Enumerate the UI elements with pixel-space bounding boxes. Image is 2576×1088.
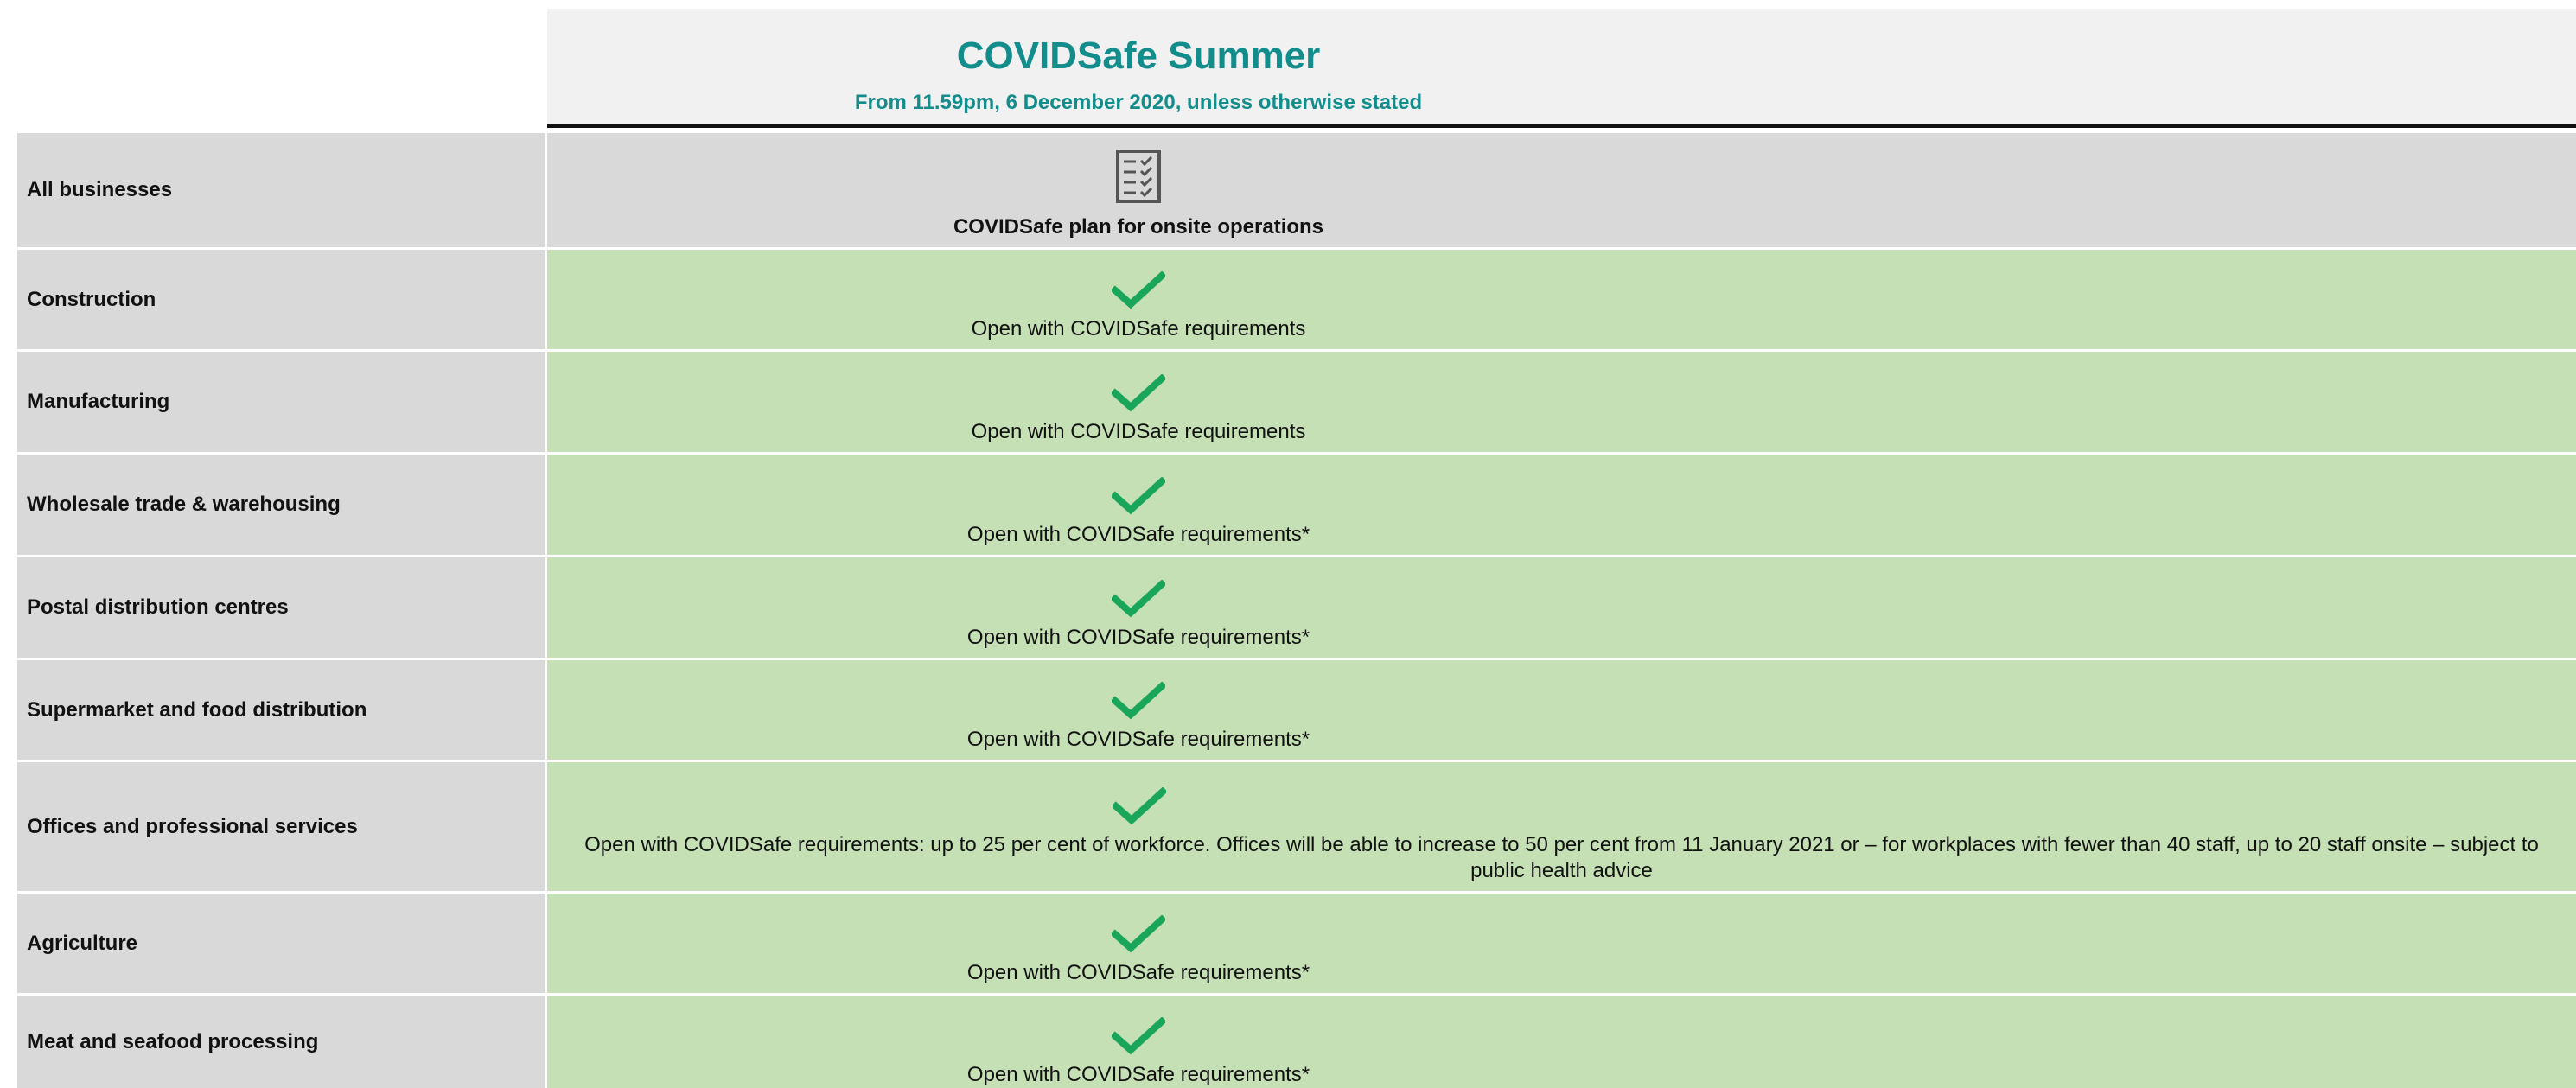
row-status-cell: Open with COVIDSafe requirements* bbox=[547, 557, 2576, 658]
table-row: Offices and professional services Open w… bbox=[17, 762, 2576, 891]
row-status-cell: Open with COVIDSafe requirements* bbox=[547, 996, 2576, 1088]
row-status-cell: Open with COVIDSafe requirements* bbox=[547, 455, 2576, 555]
table-row: Agriculture Open with COVIDSafe requirem… bbox=[17, 894, 2576, 993]
table-row: All businesses COVIDSafe plan for onsite… bbox=[17, 133, 2576, 247]
table-header: COVIDSafe Summer From 11.59pm, 6 Decembe… bbox=[547, 9, 2576, 128]
page-title: COVIDSafe Summer bbox=[956, 35, 1321, 77]
row-label: Wholesale trade & warehousing bbox=[17, 455, 545, 555]
check-icon bbox=[1112, 374, 1165, 412]
row-status-cell: Open with COVIDSafe requirements* bbox=[547, 660, 2576, 760]
row-label: Postal distribution centres bbox=[17, 557, 545, 658]
row-label: Manufacturing bbox=[17, 352, 545, 452]
check-icon bbox=[1112, 477, 1165, 515]
page-subtitle: From 11.59pm, 6 December 2020, unless ot… bbox=[854, 91, 1423, 114]
row-label: Meat and seafood processing bbox=[17, 996, 545, 1088]
row-status-cell: Open with COVIDSafe requirements* bbox=[547, 894, 2576, 993]
row-status-cell: Open with COVIDSafe requirements: up to … bbox=[547, 762, 2576, 891]
table-row: Manufacturing Open with COVIDSafe requir… bbox=[17, 352, 2576, 452]
row-status: Open with COVIDSafe requirements* bbox=[966, 523, 1310, 546]
check-icon bbox=[1112, 1017, 1165, 1055]
check-icon bbox=[1112, 787, 1166, 825]
table-row: Wholesale trade & warehousing Open with … bbox=[17, 455, 2576, 555]
row-status: Open with COVIDSafe requirements* bbox=[966, 626, 1310, 649]
check-icon bbox=[1112, 682, 1165, 720]
row-status: Open with COVIDSafe requirements* bbox=[966, 728, 1310, 751]
row-status-cell: Open with COVIDSafe requirements bbox=[547, 352, 2576, 452]
row-label: Supermarket and food distribution bbox=[17, 660, 545, 760]
table-row: Meat and seafood processing Open with CO… bbox=[17, 996, 2576, 1088]
row-status: Open with COVIDSafe requirements bbox=[971, 420, 1306, 443]
check-icon bbox=[1112, 271, 1165, 309]
row-label: Construction bbox=[17, 250, 545, 349]
row-status-cell: COVIDSafe plan for onsite operations bbox=[547, 133, 2576, 247]
row-status: Open with COVIDSafe requirements* bbox=[966, 961, 1310, 984]
row-label: Agriculture bbox=[17, 894, 545, 993]
table-row: Construction Open with COVIDSafe require… bbox=[17, 250, 2576, 349]
row-label: Offices and professional services bbox=[17, 762, 545, 891]
row-status: COVIDSafe plan for onsite operations bbox=[953, 215, 1324, 239]
checklist-icon bbox=[1116, 150, 1161, 203]
check-icon bbox=[1112, 915, 1165, 953]
table-row: Supermarket and food distribution Open w… bbox=[17, 660, 2576, 760]
row-status-cell: Open with COVIDSafe requirements bbox=[547, 250, 2576, 349]
check-icon bbox=[1112, 580, 1165, 618]
table-row: Postal distribution centres Open with CO… bbox=[17, 557, 2576, 658]
row-status: Open with COVIDSafe requirements bbox=[971, 317, 1306, 340]
row-status: Open with COVIDSafe requirements* bbox=[966, 1063, 1310, 1086]
row-status: Open with COVIDSafe requirements: up to … bbox=[584, 833, 2539, 882]
row-label: All businesses bbox=[17, 133, 545, 247]
